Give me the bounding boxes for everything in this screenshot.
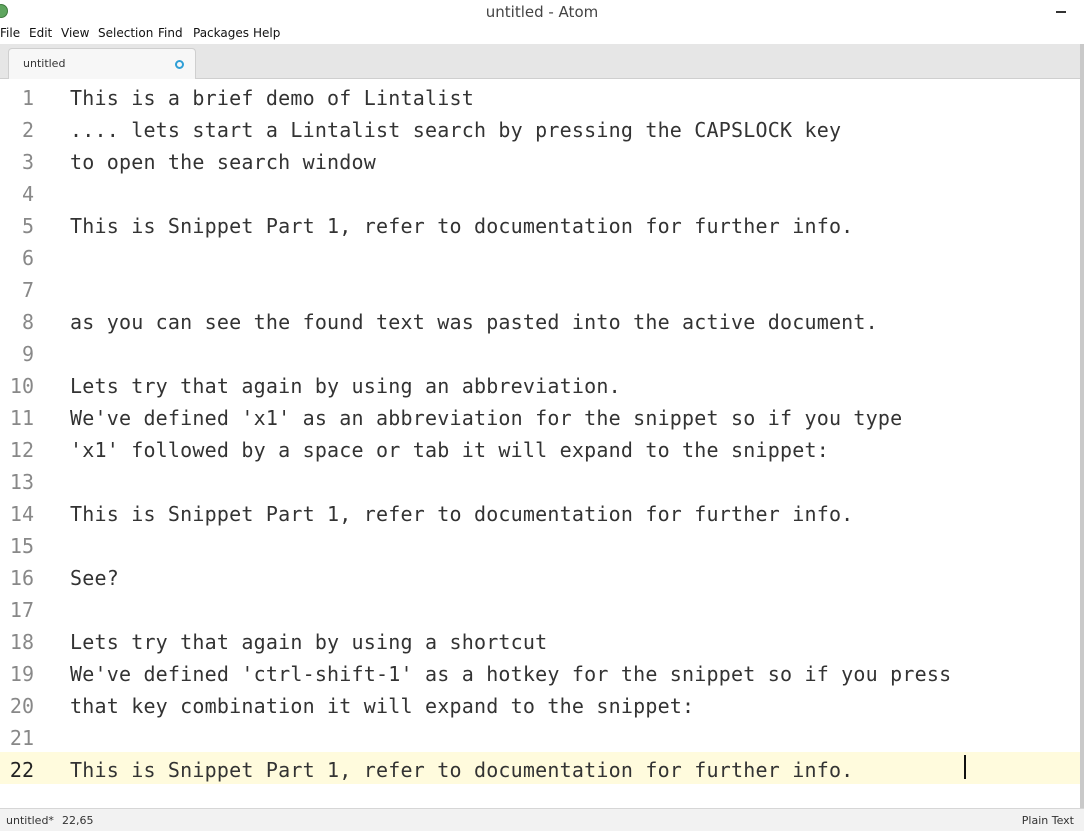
menu-view[interactable]: View: [61, 26, 89, 40]
editor-line[interactable]: 12 'x1' followed by a space or tab it wil…: [0, 432, 1080, 464]
line-text[interactable]: .... lets start a Lintalist search by pr…: [70, 118, 841, 142]
line-number: 13: [9, 470, 34, 494]
line-text[interactable]: to open the search window: [70, 150, 376, 174]
status-cursor-position[interactable]: 22,65: [62, 814, 94, 827]
editor-line[interactable]: 8 as you can see the found text was paste…: [0, 304, 1080, 336]
editor-line[interactable]: 13: [0, 464, 1080, 496]
editor-line[interactable]: 18 Lets try that again by using a shortcu…: [0, 624, 1080, 656]
minimize-button[interactable]: [1055, 4, 1069, 18]
tab-bar: untitled: [0, 44, 1084, 79]
line-number: 19: [9, 662, 34, 686]
line-number: 16: [9, 566, 34, 590]
status-file-name[interactable]: untitled*: [6, 814, 54, 827]
line-number: 10: [9, 374, 34, 398]
title-bar: untitled - Atom: [0, 0, 1084, 24]
line-number: 12: [9, 438, 34, 462]
line-text[interactable]: that key combination it will expand to t…: [70, 694, 694, 718]
line-text[interactable]: Lets try that again by using an abbrevia…: [70, 374, 621, 398]
window-title: untitled - Atom: [485, 3, 599, 21]
line-number: 18: [9, 630, 34, 654]
line-text[interactable]: We've defined 'ctrl-shift-1' as a hotkey…: [70, 662, 951, 686]
line-number: 4: [21, 182, 34, 206]
line-text[interactable]: See?: [70, 566, 119, 590]
line-number: 9: [21, 342, 34, 366]
editor-line[interactable]: 5 This is Snippet Part 1, refer to docume…: [0, 208, 1080, 240]
editor-line[interactable]: 3 to open the search window: [0, 144, 1080, 176]
line-number: 11: [9, 406, 34, 430]
editor-line[interactable]: 7: [0, 272, 1080, 304]
menu-bar: File Edit View Selection Find Packages H…: [0, 24, 1084, 44]
line-number: 15: [9, 534, 34, 558]
line-number: 8: [21, 310, 34, 334]
line-text[interactable]: This is Snippet Part 1, refer to documen…: [70, 214, 853, 238]
line-text[interactable]: as you can see the found text was pasted…: [70, 310, 878, 334]
editor-line[interactable]: 19 We've defined 'ctrl-shift-1' as a hotk…: [0, 656, 1080, 688]
line-text[interactable]: This is Snippet Part 1, refer to documen…: [70, 758, 853, 782]
editor-line[interactable]: 15: [0, 528, 1080, 560]
modified-indicator-icon[interactable]: [175, 60, 184, 69]
menu-selection[interactable]: Selection: [98, 26, 153, 40]
editor-line[interactable]: 16 See?: [0, 560, 1080, 592]
line-number: 1: [21, 86, 34, 110]
line-number: 7: [21, 278, 34, 302]
menu-packages[interactable]: Packages: [193, 26, 249, 40]
editor-line[interactable]: 1 This is a brief demo of Lintalist: [0, 80, 1080, 112]
line-text[interactable]: We've defined 'x1' as an abbreviation fo…: [70, 406, 902, 430]
text-cursor: [964, 755, 966, 779]
editor-line[interactable]: 17: [0, 592, 1080, 624]
line-text[interactable]: This is Snippet Part 1, refer to documen…: [70, 502, 853, 526]
status-grammar[interactable]: Plain Text: [1022, 814, 1074, 827]
line-text[interactable]: Lets try that again by using a shortcut: [70, 630, 547, 654]
editor-line[interactable]: 9: [0, 336, 1080, 368]
line-text[interactable]: This is a brief demo of Lintalist: [70, 86, 474, 110]
editor-line[interactable]: 21: [0, 720, 1080, 752]
editor-line[interactable]: 10 Lets try that again by using an abbrev…: [0, 368, 1080, 400]
editor-line[interactable]: 14 This is Snippet Part 1, refer to docum…: [0, 496, 1080, 528]
tab-title: untitled: [23, 57, 66, 70]
line-number: 20: [9, 694, 34, 718]
editor-line[interactable]: 4: [0, 176, 1080, 208]
line-number: 22: [9, 758, 34, 782]
line-number: 2: [21, 118, 34, 142]
line-number: 17: [9, 598, 34, 622]
editor-line[interactable]: 6: [0, 240, 1080, 272]
editor-line[interactable]: 20 that key combination it will expand to…: [0, 688, 1080, 720]
window-edge: [1080, 44, 1084, 808]
menu-help[interactable]: Help: [253, 26, 280, 40]
status-bar: untitled* 22,65 Plain Text: [0, 808, 1084, 831]
line-number: 6: [21, 246, 34, 270]
line-text[interactable]: 'x1' followed by a space or tab it will …: [70, 438, 829, 462]
line-number: 3: [21, 150, 34, 174]
editor-line[interactable]: 22 This is Snippet Part 1, refer to docum…: [0, 752, 1080, 784]
menu-edit[interactable]: Edit: [29, 26, 52, 40]
tab-untitled[interactable]: untitled: [8, 48, 196, 79]
line-number: 21: [9, 726, 34, 750]
menu-file[interactable]: File: [0, 26, 20, 40]
menu-find[interactable]: Find: [158, 26, 183, 40]
editor-line[interactable]: 2 .... lets start a Lintalist search by p…: [0, 112, 1080, 144]
editor-line[interactable]: 11 We've defined 'x1' as an abbreviation …: [0, 400, 1080, 432]
line-number: 14: [9, 502, 34, 526]
line-number: 5: [21, 214, 34, 238]
text-editor[interactable]: 1 This is a brief demo of Lintalist 2 .... …: [0, 79, 1080, 808]
